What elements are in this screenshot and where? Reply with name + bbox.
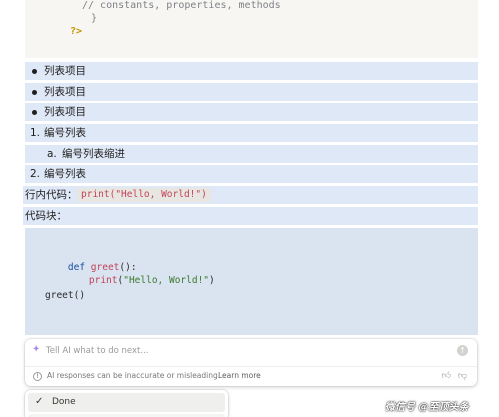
thumbs-up-icon[interactable]: 👍︎ bbox=[442, 370, 451, 382]
code-line-call: greet() bbox=[45, 290, 86, 301]
code-string: "Hello, World!" bbox=[123, 275, 210, 286]
code-punctuation: ) bbox=[209, 275, 215, 286]
ai-prompt-input[interactable] bbox=[46, 343, 446, 358]
code-php-close-tag: ?> bbox=[70, 26, 83, 37]
list-number: 1. bbox=[30, 127, 41, 139]
sparkle-icon: ✦ bbox=[32, 344, 41, 355]
ai-action-menu: ✓ Done bbox=[25, 390, 228, 417]
ai-footer: ! AI responses can be inaccurate or misl… bbox=[25, 366, 477, 386]
code-comment-line: // constants, properties, methods bbox=[82, 0, 281, 11]
ai-input-row: ✦ ↑ bbox=[25, 339, 477, 363]
code-block-label-paragraph[interactable]: 代码块： bbox=[23, 207, 478, 225]
checkmark-icon: ✓ bbox=[35, 396, 44, 407]
numbered-item-text: 编号列表缩进 bbox=[62, 148, 125, 160]
inline-code-label: 行内代码： bbox=[25, 189, 78, 201]
ai-disclaimer-text: AI responses can be inaccurate or mislea… bbox=[47, 371, 221, 380]
numbered-list-item[interactable]: 2. 编号列表 bbox=[25, 165, 478, 183]
list-number: 2. bbox=[30, 168, 41, 180]
nested-numbered-list-item[interactable]: a. 编号列表缩进 bbox=[25, 145, 478, 163]
thumbs-down-icon[interactable]: 👎︎ bbox=[458, 370, 467, 382]
ai-prompt-popup: ✦ ↑ ! AI responses can be inaccurate or … bbox=[25, 339, 477, 386]
php-code-block: // constants, properties, methods } ?> bbox=[25, 0, 478, 58]
code-block-label: 代码块： bbox=[25, 210, 67, 222]
bullet-list-item[interactable]: 列表项目 bbox=[25, 103, 478, 121]
bullet-item-text: 列表项目 bbox=[44, 86, 86, 98]
bullet-dot-icon bbox=[32, 110, 37, 115]
bullet-list-item[interactable]: 列表项目 bbox=[25, 62, 478, 80]
done-menu-label: Done bbox=[52, 397, 76, 407]
bullet-dot-icon bbox=[32, 90, 37, 95]
python-code-block[interactable]: def greet(): print("Hello, World!") gree… bbox=[25, 228, 478, 335]
info-icon: ! bbox=[33, 372, 42, 381]
bullet-dot-icon bbox=[32, 69, 37, 74]
inline-code-paragraph[interactable]: 行内代码： print("Hello, World!") bbox=[23, 186, 478, 204]
code-brace-line: } bbox=[91, 13, 98, 24]
watermark-text: 微信号 @至顶头条 bbox=[385, 402, 469, 413]
send-arrow-icon[interactable]: ↑ bbox=[457, 345, 468, 356]
numbered-item-text: 编号列表 bbox=[44, 168, 86, 180]
list-number: a. bbox=[47, 148, 57, 160]
numbered-item-text: 编号列表 bbox=[44, 127, 86, 139]
bullet-list-item[interactable]: 列表项目 bbox=[25, 83, 478, 101]
code-function-name: print bbox=[88, 275, 118, 286]
bullet-item-text: 列表项目 bbox=[44, 106, 86, 118]
done-menu-item[interactable]: ✓ Done bbox=[28, 393, 225, 412]
bullet-item-text: 列表项目 bbox=[44, 65, 86, 77]
learn-more-link[interactable]: Learn more bbox=[218, 370, 261, 382]
numbered-list-item[interactable]: 1. 编号列表 bbox=[25, 124, 478, 142]
inline-code-snippet: print("Hello, World!") bbox=[77, 188, 211, 202]
code-line-print: print("Hello, World!") bbox=[66, 264, 215, 297]
